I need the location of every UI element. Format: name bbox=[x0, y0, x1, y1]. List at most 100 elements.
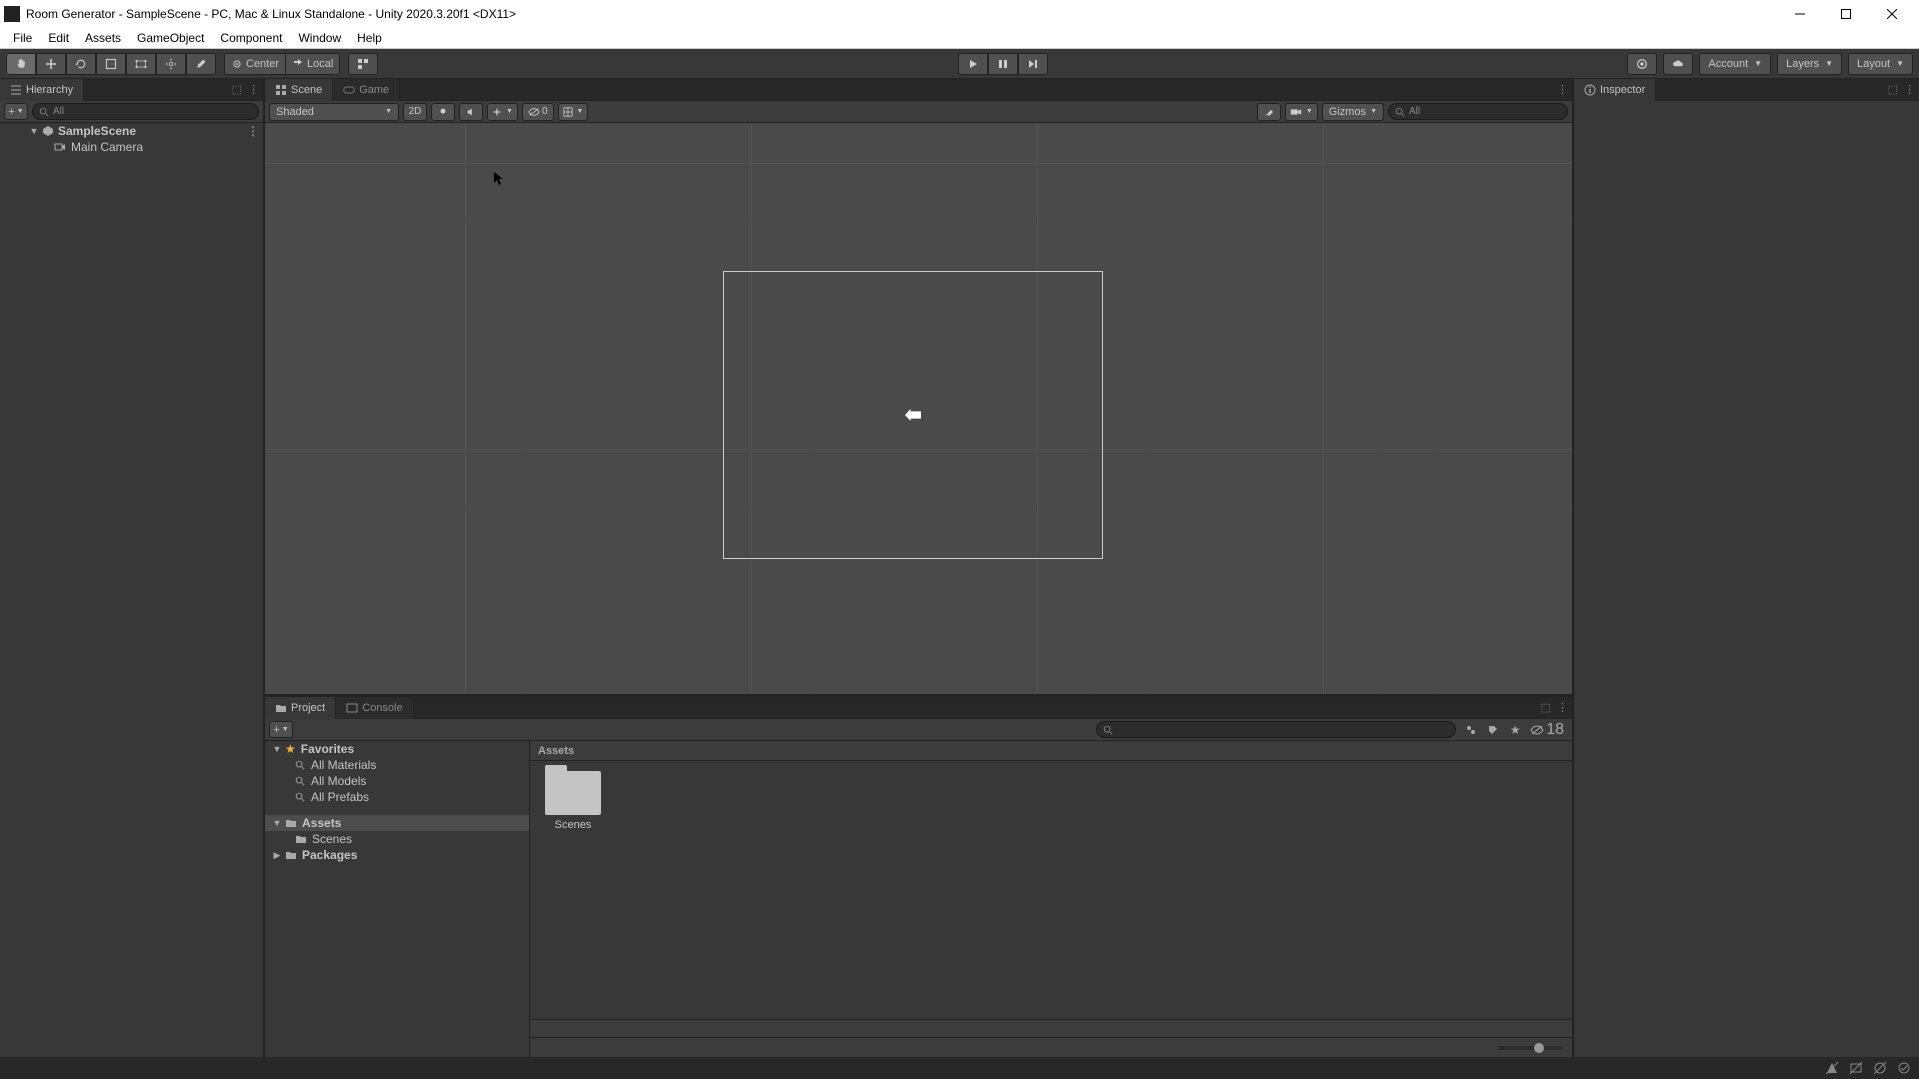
scene-tools-button[interactable] bbox=[1257, 103, 1281, 121]
folder-row[interactable]: Scenes bbox=[265, 831, 529, 847]
maximize-button[interactable] bbox=[1823, 0, 1869, 27]
hand-tool-button[interactable] bbox=[6, 53, 36, 75]
kebab-icon[interactable]: ⋮ bbox=[247, 124, 259, 138]
menu-component[interactable]: Component bbox=[212, 27, 290, 49]
filter-by-type-button[interactable] bbox=[1460, 721, 1482, 739]
rotate-tool-button[interactable] bbox=[66, 53, 96, 75]
menu-assets[interactable]: Assets bbox=[77, 27, 129, 49]
save-search-button[interactable]: ★ bbox=[1504, 721, 1526, 739]
scene-name: SampleScene bbox=[58, 124, 136, 138]
project-tab[interactable]: Project bbox=[265, 697, 336, 719]
hierarchy-tab[interactable]: Hierarchy bbox=[0, 79, 84, 101]
expand-toggle[interactable]: ▼ bbox=[271, 818, 283, 828]
unity-scene-icon bbox=[42, 125, 54, 137]
hierarchy-panel: Hierarchy ⬚ ⋮ +▼ All ▼ SampleScene ⋮ Main… bbox=[0, 79, 265, 1057]
gameobject-row[interactable]: Main Camera bbox=[0, 139, 263, 155]
kebab-icon[interactable]: ⋮ bbox=[1557, 83, 1568, 96]
layout-dropdown[interactable]: Layout▼ bbox=[1848, 53, 1913, 75]
move-tool-button[interactable] bbox=[36, 53, 66, 75]
handle-rotation-button[interactable]: Local bbox=[286, 53, 340, 75]
project-folder-tree[interactable]: ▼ ★ Favorites All Materials All Models bbox=[265, 741, 530, 1057]
rect-tool-button[interactable] bbox=[126, 53, 156, 75]
gizmos-dropdown[interactable]: Gizmos▼ bbox=[1322, 103, 1384, 121]
shading-mode-dropdown[interactable]: Shaded ▼ bbox=[269, 103, 399, 121]
asset-folder-item[interactable]: Scenes bbox=[540, 771, 606, 831]
scale-tool-button[interactable] bbox=[96, 53, 126, 75]
2d-toggle[interactable]: 2D bbox=[403, 103, 427, 121]
packages-label: Packages bbox=[302, 848, 357, 862]
favorite-item[interactable]: All Materials bbox=[265, 757, 529, 773]
console-tab[interactable]: Console bbox=[336, 697, 413, 719]
fx-dropdown[interactable]: ▼ bbox=[487, 103, 518, 121]
status-icon-4[interactable] bbox=[1897, 1061, 1911, 1075]
lock-icon[interactable]: ⬚ bbox=[1888, 83, 1898, 96]
caret-down-icon: ▼ bbox=[1754, 59, 1762, 68]
play-controls bbox=[958, 53, 1048, 75]
collab-button[interactable] bbox=[1627, 53, 1657, 75]
favorite-item[interactable]: All Prefabs bbox=[265, 789, 529, 805]
slider-thumb[interactable] bbox=[1534, 1043, 1544, 1053]
scene-tab-label: Scene bbox=[291, 84, 322, 96]
favorite-item[interactable]: All Models bbox=[265, 773, 529, 789]
scene-viewport[interactable] bbox=[265, 123, 1572, 694]
menu-window[interactable]: Window bbox=[290, 27, 349, 49]
snap-button[interactable] bbox=[348, 53, 378, 75]
close-button[interactable] bbox=[1869, 0, 1915, 27]
scene-search[interactable]: All bbox=[1388, 103, 1568, 120]
status-icon-1[interactable] bbox=[1825, 1061, 1839, 1075]
status-icon-3[interactable] bbox=[1873, 1061, 1887, 1075]
project-search[interactable] bbox=[1096, 721, 1456, 738]
minimize-button[interactable] bbox=[1777, 0, 1823, 27]
hierarchy-search[interactable]: All bbox=[32, 103, 259, 120]
camera-settings-dropdown[interactable]: ▼ bbox=[1285, 103, 1318, 121]
play-button[interactable] bbox=[958, 53, 988, 75]
camera-icon bbox=[54, 141, 66, 153]
status-bar bbox=[0, 1057, 1919, 1079]
favorites-row[interactable]: ▼ ★ Favorites bbox=[265, 741, 529, 757]
expand-toggle[interactable]: ▼ bbox=[28, 126, 40, 136]
account-dropdown[interactable]: Account▼ bbox=[1699, 53, 1771, 75]
hidden-objects-button[interactable]: 0 bbox=[522, 103, 554, 121]
caret-down-icon: ▼ bbox=[1370, 108, 1377, 115]
menu-file[interactable]: File bbox=[5, 27, 40, 49]
scene-icon bbox=[275, 84, 287, 96]
fav-label: All Models bbox=[311, 774, 366, 788]
search-icon bbox=[1103, 725, 1113, 735]
filter-by-label-button[interactable] bbox=[1482, 721, 1504, 739]
menu-edit[interactable]: Edit bbox=[40, 27, 77, 49]
kebab-icon[interactable]: ⋮ bbox=[1557, 701, 1568, 714]
scene-tab[interactable]: Scene bbox=[265, 79, 333, 101]
assets-row[interactable]: ▼ Assets bbox=[265, 815, 529, 831]
pivot-handle-group: Center Local bbox=[224, 53, 340, 75]
lock-icon[interactable]: ⬚ bbox=[1541, 701, 1551, 714]
asset-grid[interactable]: Scenes bbox=[530, 761, 1572, 1019]
audio-toggle[interactable] bbox=[459, 103, 483, 121]
expand-toggle[interactable]: ▼ bbox=[271, 744, 283, 754]
lighting-toggle[interactable] bbox=[431, 103, 455, 121]
scene-row[interactable]: ▼ SampleScene ⋮ bbox=[0, 123, 263, 139]
hidden-packages-button[interactable]: 18 bbox=[1526, 721, 1568, 739]
inspector-tab[interactable]: Inspector bbox=[1574, 79, 1656, 101]
grid-dropdown[interactable]: ▼ bbox=[558, 103, 589, 121]
hierarchy-create-button[interactable]: +▼ bbox=[4, 103, 28, 120]
menu-help[interactable]: Help bbox=[349, 27, 390, 49]
expand-toggle[interactable]: ▶ bbox=[271, 850, 283, 861]
thumbnail-size-slider[interactable] bbox=[1498, 1046, 1562, 1050]
kebab-icon[interactable]: ⋮ bbox=[248, 83, 259, 96]
project-create-button[interactable]: +▼ bbox=[269, 721, 293, 738]
transform-tool-button[interactable] bbox=[156, 53, 186, 75]
pause-button[interactable] bbox=[988, 53, 1018, 75]
step-button[interactable] bbox=[1018, 53, 1048, 75]
layers-dropdown[interactable]: Layers▼ bbox=[1777, 53, 1842, 75]
packages-row[interactable]: ▶ Packages bbox=[265, 847, 529, 863]
pivot-mode-button[interactable]: Center bbox=[224, 53, 286, 75]
custom-tool-button[interactable] bbox=[186, 53, 216, 75]
menu-gameobject[interactable]: GameObject bbox=[129, 27, 212, 49]
hierarchy-tree[interactable]: ▼ SampleScene ⋮ Main Camera bbox=[0, 123, 263, 1057]
game-tab[interactable]: Game bbox=[333, 79, 400, 101]
status-icon-2[interactable] bbox=[1849, 1061, 1863, 1075]
cloud-button[interactable] bbox=[1663, 53, 1693, 75]
project-breadcrumb[interactable]: Assets bbox=[530, 741, 1572, 761]
lock-icon[interactable]: ⬚ bbox=[232, 83, 242, 96]
kebab-icon[interactable]: ⋮ bbox=[1904, 83, 1915, 96]
